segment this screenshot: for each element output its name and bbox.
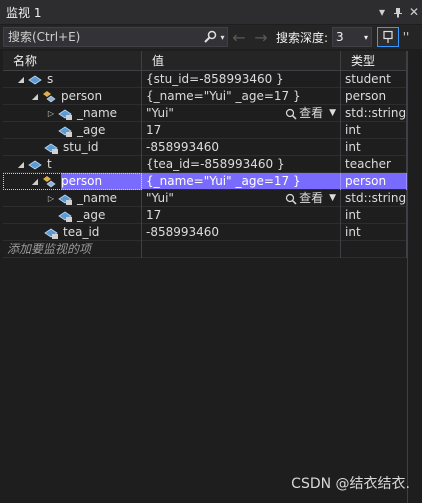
table-row[interactable]: ▷ _name "Yui" 查看 ▼ std::string (3, 190, 407, 207)
collapse-arrow-icon[interactable]: ◢ (15, 156, 27, 173)
search-depth-value: 3 (336, 30, 344, 44)
row-name: t (47, 157, 52, 171)
search-input[interactable] (4, 30, 201, 44)
collapse-arrow-icon[interactable]: ◢ (15, 71, 27, 88)
table-row[interactable]: ◢ person {_name="Yui" _age=17 } person (3, 88, 407, 105)
search-options-dropdown-icon[interactable]: ▾ (220, 33, 224, 42)
more-options-icon[interactable]: '' (399, 30, 413, 44)
row-value: 17 (146, 123, 162, 137)
row-value: "Yui" (146, 191, 174, 205)
row-value: -858993460 (146, 140, 220, 154)
row-value: 17 (146, 208, 162, 222)
base-class-icon (43, 175, 56, 187)
row-value: -858993460 (146, 225, 220, 239)
row-name: person (61, 89, 103, 103)
watch-grid: 名称 值 类型 ◢ s {stu_id=-858993460 } student… (3, 51, 407, 260)
row-type: std::string (345, 106, 407, 120)
visualizer-view-button[interactable]: 查看 ▼ (285, 190, 336, 207)
window-menu-dropdown-icon[interactable]: ▾ (374, 0, 390, 24)
row-type: int (345, 123, 361, 137)
row-type: person (345, 174, 387, 188)
row-value: "Yui" (146, 106, 174, 120)
row-type: int (345, 225, 361, 239)
table-row[interactable]: tea_id -858993460 int (3, 224, 407, 241)
view-label: 查看 (299, 106, 324, 120)
watermark: CSDN @结衣结衣. (291, 476, 410, 492)
column-header-name[interactable]: 名称 (3, 51, 142, 71)
object-icon (28, 75, 42, 84)
row-name: tea_id (63, 225, 100, 239)
search-icon[interactable]: ▾ (201, 28, 227, 46)
window-title: 监视 1 (6, 5, 42, 20)
field-lock-icon (58, 126, 72, 137)
collapse-arrow-icon[interactable]: ◢ (29, 88, 41, 105)
row-type: person (345, 89, 387, 103)
pin-icon (383, 30, 393, 43)
add-watch-row[interactable]: 添加要监视的项 (3, 241, 407, 258)
row-name: stu_id (63, 140, 99, 154)
search-depth-select[interactable]: 3 ▾ (332, 27, 373, 47)
chevron-down-icon[interactable]: ▼ (329, 105, 336, 122)
close-icon[interactable]: ✕ (406, 0, 422, 24)
row-name: _age (77, 123, 106, 137)
visualizer-view-button[interactable]: 查看 ▼ (285, 105, 336, 122)
row-type: std::string (345, 191, 407, 205)
row-value: {stu_id=-858993460 } (146, 72, 284, 86)
watch-toolbar: ▾ ← → 搜索深度: 3 ▾ '' (0, 25, 422, 49)
table-row[interactable]: ▷ _name "Yui" 查看 ▼ std::string (3, 105, 407, 122)
field-lock-icon (44, 228, 58, 239)
pin-watch-button[interactable] (377, 27, 400, 47)
row-name: _name (77, 106, 118, 120)
table-row[interactable]: ◢ s {stu_id=-858993460 } student (3, 71, 407, 88)
view-label: 查看 (299, 191, 324, 205)
row-name: s (47, 72, 54, 86)
watch-window-titlebar: 监视 1 ▾ ✕ (0, 0, 422, 24)
magnifier-icon (285, 108, 297, 120)
row-type: student (345, 72, 391, 86)
row-value: {_name="Yui" _age=17 } (146, 174, 301, 188)
table-row[interactable]: _age 17 int (3, 207, 407, 224)
field-lock-icon (58, 109, 72, 120)
expand-arrow-icon[interactable]: ▷ (45, 190, 57, 207)
field-lock-icon (58, 194, 72, 205)
field-lock-icon (44, 143, 58, 154)
column-header-value[interactable]: 值 (142, 51, 341, 71)
expand-arrow-icon[interactable]: ▷ (45, 105, 57, 122)
grid-header: 名称 值 类型 (3, 51, 407, 71)
table-row[interactable]: ◢ t {tea_id=-858993460 } teacher (3, 156, 407, 173)
pin-icon[interactable] (390, 0, 406, 24)
add-watch-placeholder[interactable]: 添加要监视的项 (7, 241, 91, 258)
column-header-type[interactable]: 类型 (341, 51, 407, 71)
object-icon (28, 160, 42, 169)
row-name: _name (77, 191, 118, 205)
arrow-right-icon[interactable]: → (250, 27, 272, 47)
search-depth-label: 搜索深度: (276, 30, 329, 45)
row-name: person (61, 174, 103, 188)
search-box[interactable]: ▾ (3, 27, 228, 47)
table-row[interactable]: _age 17 int (3, 122, 407, 139)
row-type: int (345, 140, 361, 154)
row-name: _age (77, 208, 106, 222)
row-type: int (345, 208, 361, 222)
table-row-selected[interactable]: ◢ person {_name="Yui" _age=17 } person (3, 173, 407, 190)
row-type: teacher (345, 157, 391, 171)
vertical-scrollbar[interactable] (407, 51, 422, 503)
magnifier-icon (285, 193, 297, 205)
chevron-down-icon[interactable]: ▼ (329, 190, 336, 207)
row-value: {tea_id=-858993460 } (146, 157, 285, 171)
arrow-left-icon[interactable]: ← (228, 27, 250, 47)
row-value: {_name="Yui" _age=17 } (146, 89, 301, 103)
base-class-icon (43, 90, 56, 102)
collapse-arrow-icon[interactable]: ◢ (29, 173, 41, 190)
chevron-down-icon: ▾ (364, 32, 369, 42)
table-row[interactable]: stu_id -858993460 int (3, 139, 407, 156)
field-lock-icon (58, 211, 72, 222)
